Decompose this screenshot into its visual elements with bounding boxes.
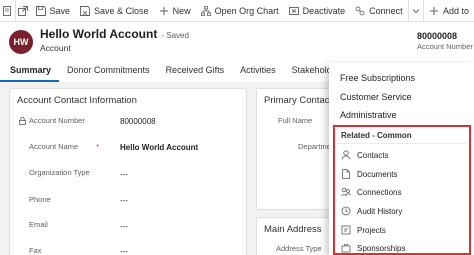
org-chart-icon: [200, 5, 211, 16]
save-status: - Saved: [161, 31, 189, 40]
divider: [337, 143, 467, 144]
header-account-number: 80000008: [417, 31, 458, 41]
menu-item-administrative[interactable]: Administrative: [340, 110, 397, 120]
person-icon: [341, 150, 351, 160]
organization-type-field[interactable]: ---: [120, 170, 128, 179]
account-name-field[interactable]: Hello World Account: [120, 143, 198, 152]
avatar: HW: [9, 30, 33, 54]
related-item-documents[interactable]: Documents: [341, 169, 397, 179]
section-title: Primary Contact: [264, 95, 333, 106]
record-header: HW Hello World Account - Saved Account 80…: [0, 22, 474, 60]
deactivate-label: Deactivate: [302, 5, 346, 16]
new-label: New: [172, 5, 191, 16]
account-number-value[interactable]: 80000008: [120, 117, 156, 126]
related-item-label: Projects: [357, 225, 386, 235]
field-label-address-type: Address Type: [276, 244, 322, 253]
connect-icon: [355, 6, 365, 15]
record-title-row: Hello World Account - Saved: [40, 27, 189, 41]
connect-button[interactable]: Connect: [350, 0, 408, 22]
related-item-label: Contacts: [357, 150, 389, 160]
save-close-label: Save & Close: [94, 5, 149, 16]
related-item-label: Audit History: [357, 206, 403, 216]
menu-item-free-subscriptions[interactable]: Free Subscriptions: [340, 73, 415, 83]
record-title: Hello World Account: [40, 27, 158, 41]
add-to-label: Add to: [442, 5, 469, 16]
command-bar: Save Save & Close New Open Org Chart Dea…: [0, 0, 474, 22]
related-item-contacts[interactable]: Contacts: [341, 150, 389, 160]
required-indicator: *: [96, 142, 100, 151]
sponsorships-icon: [341, 244, 351, 253]
fax-field[interactable]: ---: [120, 247, 128, 255]
form-selector-button[interactable]: [0, 0, 15, 22]
open-org-chart-label: Open Org Chart: [214, 5, 279, 16]
tab-activities[interactable]: Activities: [232, 60, 284, 82]
field-label-organization-type: Organization Type: [29, 168, 90, 177]
label-text: Account Number: [29, 116, 85, 125]
related-item-projects[interactable]: Projects: [341, 225, 386, 235]
related-item-label: Sponsorships: [357, 243, 406, 253]
open-org-chart-button[interactable]: Open Org Chart: [196, 0, 284, 22]
menu-item-customer-service[interactable]: Customer Service: [340, 92, 412, 102]
related-item-label: Connections: [357, 187, 402, 197]
tab-received-gifts[interactable]: Received Gifts: [158, 60, 233, 82]
connect-label: Connect: [369, 5, 403, 16]
chevron-down-icon: [412, 8, 420, 13]
popout-icon: [18, 5, 28, 16]
tab-summary[interactable]: Summary: [0, 60, 60, 82]
deactivate-button[interactable]: Deactivate: [284, 0, 351, 22]
connect-chevron-button[interactable]: [408, 0, 423, 22]
entity-name: Account: [40, 43, 71, 53]
new-button[interactable]: New: [154, 0, 196, 22]
plus-icon: [159, 6, 168, 15]
document-icon: [342, 169, 350, 179]
field-label-email: Email: [29, 220, 48, 229]
form-icon: [3, 5, 12, 16]
related-item-sponsorships[interactable]: Sponsorships: [341, 243, 405, 253]
field-label-account-name: Account Name *: [29, 142, 99, 151]
email-field[interactable]: ---: [120, 222, 128, 231]
field-label-fax: Fax: [29, 246, 42, 255]
tab-donor-commitments[interactable]: Donor Commitments: [59, 60, 158, 82]
deactivate-icon: [288, 6, 299, 15]
related-common-heading: Related - Common: [341, 131, 412, 140]
connections-icon: [341, 187, 351, 197]
save-close-icon: [80, 5, 90, 16]
main-address-section: Main Address Address Type: [256, 217, 336, 255]
field-label-account-number: Account Number: [19, 116, 85, 125]
header-account-number-label: Account Number: [417, 42, 473, 51]
section-title: Account Contact Information: [17, 95, 137, 106]
phone-field[interactable]: ---: [120, 196, 128, 205]
projects-icon: [341, 225, 351, 235]
add-to-button[interactable]: Add to: [424, 0, 474, 22]
related-item-connections[interactable]: Connections: [341, 187, 401, 197]
field-label-phone: Phone: [29, 195, 51, 204]
add-to-icon: [429, 6, 438, 15]
related-item-label: Documents: [357, 169, 398, 179]
popout-button[interactable]: [16, 0, 31, 22]
save-label: Save: [49, 5, 71, 16]
save-close-button[interactable]: Save & Close: [75, 0, 154, 22]
save-button[interactable]: Save: [31, 0, 76, 22]
field-label-full-name: Full Name: [278, 116, 313, 125]
account-contact-section: Account Contact Information Account Numb…: [9, 88, 247, 255]
related-item-audit-history[interactable]: Audit History: [341, 206, 402, 216]
primary-contact-section: Primary Contact Full Name Department: [256, 88, 337, 210]
section-title: Main Address: [264, 224, 322, 235]
save-icon: [35, 5, 46, 16]
lock-icon: [19, 116, 26, 125]
label-text: Account Name: [29, 142, 79, 151]
history-icon: [341, 206, 351, 216]
